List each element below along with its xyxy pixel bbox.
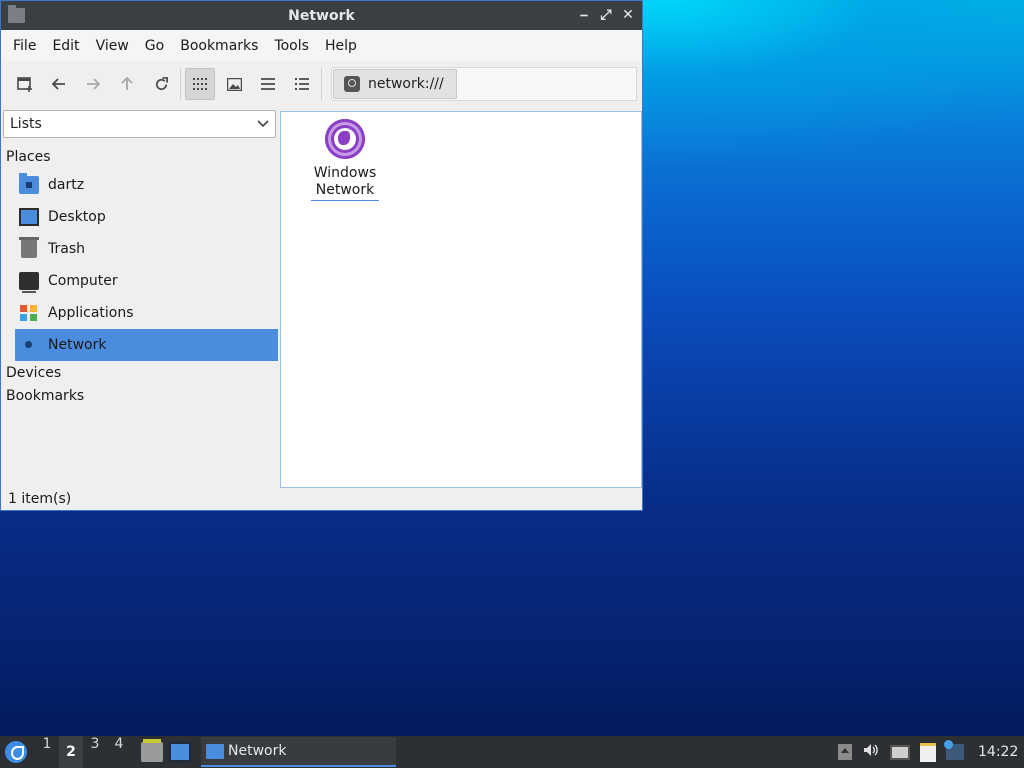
forward-arrow-icon[interactable]	[78, 68, 108, 100]
location-path-label: network:///	[368, 76, 444, 92]
side-pane-mode-label: Lists	[10, 116, 42, 132]
file-manager-launcher-icon[interactable]	[141, 739, 163, 762]
sidebar-item-label: Network	[48, 337, 107, 353]
home-folder-icon	[19, 173, 39, 194]
menu-help[interactable]: Help	[317, 38, 365, 54]
toolbar-separator	[180, 68, 181, 100]
location-bar[interactable]: network:///	[331, 67, 637, 101]
workspace-switcher: 1 2 3 4	[35, 736, 131, 768]
sidebar-item-label: dartz	[48, 177, 85, 193]
update-notifier-icon[interactable]	[944, 740, 964, 760]
clipboard-icon[interactable]	[920, 742, 936, 762]
taskbar-window-network[interactable]: Network	[201, 737, 396, 767]
start-menu-icon[interactable]	[5, 741, 27, 763]
taskbar-window-label: Network	[228, 743, 287, 759]
menu-tools[interactable]: Tools	[266, 38, 317, 54]
network-icon	[19, 336, 39, 354]
workspace-1[interactable]: 1	[35, 736, 59, 768]
section-places[interactable]: Places	[3, 145, 278, 169]
folder-icon	[8, 5, 25, 23]
menu-edit[interactable]: Edit	[44, 38, 87, 54]
close-button[interactable]: ✕	[620, 7, 636, 23]
sidebar-item-computer[interactable]: Computer	[3, 265, 266, 297]
compact-view-icon[interactable]	[253, 68, 283, 100]
sidebar-item-label: Desktop	[48, 209, 106, 225]
icon-view-icon[interactable]	[185, 68, 215, 100]
maximize-button[interactable]: ⤢	[598, 7, 614, 23]
menu-bookmarks[interactable]: Bookmarks	[172, 38, 266, 54]
thumbnail-view-icon[interactable]	[219, 68, 249, 100]
title-bar[interactable]: Network ⎯ ⤢ ✕	[1, 1, 642, 30]
taskbar: 1 2 3 4 Network 14:22	[0, 736, 1024, 768]
file-item-label-line1: Windows	[313, 165, 377, 181]
reload-icon[interactable]	[146, 68, 176, 100]
menu-bar: File Edit View Go Bookmarks Tools Help	[1, 30, 642, 61]
window-title: Network	[288, 7, 355, 24]
file-item-label: Windows Network	[311, 165, 379, 201]
up-arrow-icon[interactable]	[112, 68, 142, 100]
location-path-button[interactable]: network:///	[333, 69, 457, 99]
folder-icon	[206, 743, 224, 759]
sidebar-item-trash[interactable]: Trash	[3, 233, 266, 265]
menu-go[interactable]: Go	[137, 38, 172, 54]
side-pane-mode-select[interactable]: Lists	[3, 110, 276, 138]
sidebar-item-applications[interactable]: Applications	[3, 297, 266, 329]
network-drive-icon	[344, 76, 360, 92]
menu-view[interactable]: View	[88, 38, 137, 54]
file-manager-window: Network ⎯ ⤢ ✕ File Edit View Go Bookmark…	[0, 0, 643, 511]
sidebar-item-label: Trash	[48, 241, 85, 257]
windows-network-icon	[325, 119, 365, 159]
file-item-windows-network[interactable]: Windows Network	[311, 119, 379, 201]
sidebar-item-desktop[interactable]: Desktop	[3, 201, 266, 233]
folder-view[interactable]: Windows Network	[280, 111, 642, 488]
workspace-2[interactable]: 2	[59, 736, 83, 768]
sidebar-item-label: Computer	[48, 273, 118, 289]
show-desktop-icon[interactable]	[169, 742, 191, 762]
workspace-3[interactable]: 3	[83, 736, 107, 768]
side-pane: Lists Places dartz Desktop Trash Compute…	[3, 110, 278, 486]
system-tray: 14:22	[838, 736, 1024, 768]
section-devices[interactable]: Devices	[3, 361, 278, 385]
network-status-icon[interactable]	[890, 744, 910, 760]
trash-icon	[19, 237, 39, 258]
eject-icon[interactable]	[838, 744, 852, 760]
computer-icon	[19, 272, 39, 293]
volume-icon[interactable]	[862, 743, 880, 761]
toolbar-separator-2	[321, 68, 322, 100]
menu-file[interactable]: File	[5, 38, 44, 54]
back-arrow-icon[interactable]	[44, 68, 74, 100]
detailed-list-icon[interactable]	[287, 68, 317, 100]
status-bar: 1 item(s)	[8, 491, 72, 507]
chevron-down-icon	[257, 117, 269, 131]
applications-icon	[19, 304, 39, 322]
file-item-label-line2: Network	[315, 182, 375, 198]
sidebar-item-dartz[interactable]: dartz	[3, 169, 266, 201]
minimize-button[interactable]: ⎯	[576, 7, 592, 23]
desktop-icon	[19, 208, 39, 226]
section-bookmarks[interactable]: Bookmarks	[3, 384, 278, 408]
workspace-4[interactable]: 4	[107, 736, 131, 768]
toolbar: network:///	[1, 61, 642, 107]
sidebar-item-label: Applications	[48, 305, 134, 321]
clock[interactable]: 14:22	[978, 744, 1020, 760]
sidebar-item-network[interactable]: Network	[15, 329, 278, 361]
new-tab-icon[interactable]	[10, 68, 40, 100]
